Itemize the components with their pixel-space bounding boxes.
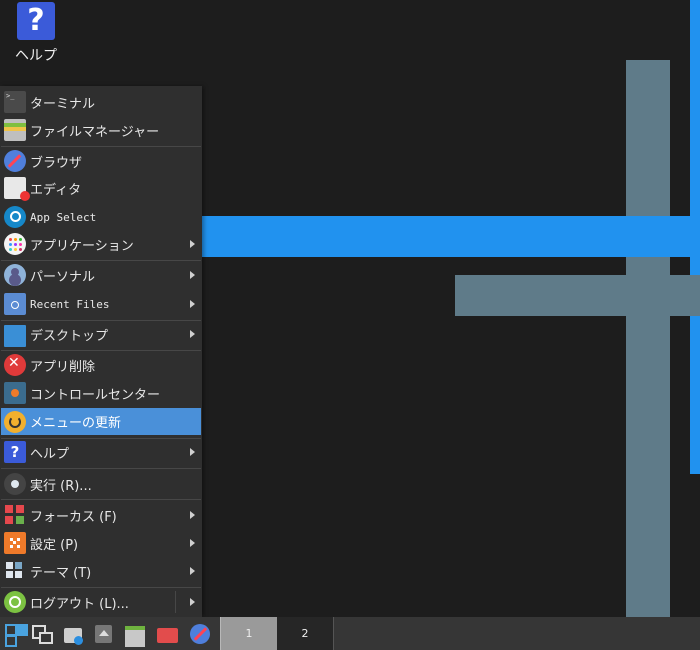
logout-icon <box>4 591 26 613</box>
menu-item-desktop[interactable]: デスクトップ <box>1 322 201 347</box>
menu-item-label: メニューの更新 <box>30 416 122 431</box>
menu-item-control-center[interactable]: コントロールセンター <box>1 381 201 405</box>
help-icon: ? <box>17 2 55 40</box>
menu-item-file-manager[interactable]: ファイルマネージャー <box>1 118 201 142</box>
menu-separator <box>1 587 201 588</box>
menu-item-label: エディタ <box>30 182 82 198</box>
desktop-icon-label: ヘルプ <box>15 48 57 64</box>
menu-item-label: 設定 (P) <box>30 537 79 553</box>
menu-item-label: フォーカス (F) <box>30 509 117 525</box>
menu-item-logout[interactable]: ログアウト (L)... <box>1 590 201 614</box>
menu-item-app-select[interactable]: App Select <box>1 205 201 229</box>
menu-item-applications[interactable]: アプリケーション <box>1 232 201 256</box>
menu-item-label: ブラウザ <box>30 155 83 171</box>
menu-separator <box>1 350 201 351</box>
file-manager-icon <box>4 119 26 141</box>
menu-item-label: ログアウト (L)... <box>30 596 129 612</box>
menu-item-refresh-menu[interactable]: メニューの更新 <box>1 408 201 435</box>
menu-separator <box>1 320 201 321</box>
menu-item-label: Recent Files <box>30 297 110 311</box>
submenu-arrow-icon <box>190 330 195 338</box>
submenu-arrow-icon <box>190 598 195 606</box>
browser-icon <box>4 150 26 172</box>
menu-separator <box>1 438 201 439</box>
desktop-icon-help[interactable]: ? ヘルプ <box>8 0 64 65</box>
workspace-2-button[interactable]: 2 <box>277 617 334 650</box>
menu-separator <box>1 260 201 261</box>
menu-separator <box>1 499 201 500</box>
app-select-icon <box>4 206 26 228</box>
menu-item-label: コントロールセンター <box>30 387 161 403</box>
taskbar: 1 2 <box>0 617 700 650</box>
refresh-icon <box>4 410 26 433</box>
submenu-arrow-icon <box>190 567 195 575</box>
menu-item-label: 実行 (R)... <box>30 478 92 494</box>
submenu-arrow-icon <box>190 511 195 519</box>
eject-icon[interactable] <box>92 622 116 646</box>
windows-icon[interactable] <box>30 622 54 646</box>
terminal-icon <box>4 91 26 113</box>
menu-icon[interactable] <box>3 622 27 647</box>
theme-icon <box>4 560 26 582</box>
menu-item-label: パーソナル <box>30 269 96 285</box>
menu-item-app-remove[interactable]: アプリ削除 <box>1 353 201 377</box>
menu-item-editor[interactable]: エディタ <box>1 176 201 201</box>
menu-item-label: アプリ削除 <box>30 359 96 375</box>
recent-files-icon <box>4 293 26 315</box>
browser-icon[interactable] <box>188 622 212 646</box>
folder-icon[interactable] <box>155 622 179 646</box>
menu-separator-vertical <box>175 591 176 613</box>
menu-item-recent-files[interactable]: Recent Files <box>1 292 201 316</box>
menu-separator <box>1 146 201 147</box>
workspace-1-button[interactable]: 1 <box>220 617 278 650</box>
bag-icon[interactable] <box>62 622 86 646</box>
applications-icon <box>4 233 26 255</box>
menu-item-label: テーマ (T) <box>30 565 92 581</box>
file-manager-icon[interactable] <box>123 622 147 647</box>
menu-item-personal[interactable]: パーソナル <box>1 263 201 287</box>
menu-item-help[interactable]: ? ヘルプ <box>1 440 201 464</box>
submenu-arrow-icon <box>190 448 195 456</box>
menu-item-label: アプリケーション <box>30 238 134 254</box>
run-icon <box>4 473 26 495</box>
menu-item-label: ヘルプ <box>30 446 70 462</box>
desktop-wallpaper-gray-vertical <box>626 60 670 617</box>
menu-item-run[interactable]: 実行 (R)... <box>1 472 201 496</box>
submenu-arrow-icon <box>190 300 195 308</box>
desktop-wallpaper-blue-horizontal <box>202 216 700 257</box>
focus-icon <box>4 504 26 526</box>
personal-icon <box>4 264 26 286</box>
app-remove-icon <box>4 354 26 376</box>
help-icon: ? <box>4 441 26 463</box>
editor-icon <box>4 177 30 201</box>
settings-icon <box>4 532 26 554</box>
menu-item-label: ファイルマネージャー <box>30 124 160 140</box>
menu-item-terminal[interactable]: ターミナル <box>1 90 201 114</box>
control-center-icon <box>4 382 26 404</box>
desktop-wallpaper-gray-horizontal <box>455 275 700 316</box>
menu-item-focus[interactable]: フォーカス (F) <box>1 503 201 527</box>
menu-item-label: ターミナル <box>30 96 96 112</box>
desktop-icon <box>4 325 26 347</box>
submenu-arrow-icon <box>190 539 195 547</box>
start-menu: ターミナル ファイルマネージャー ブラウザ エディタ App Select アプ… <box>0 86 202 617</box>
menu-item-label: App Select <box>30 210 97 224</box>
menu-item-theme[interactable]: テーマ (T) <box>1 559 201 583</box>
menu-item-settings[interactable]: 設定 (P) <box>1 531 201 555</box>
submenu-arrow-icon <box>190 271 195 279</box>
submenu-arrow-icon <box>190 240 195 248</box>
menu-item-browser[interactable]: ブラウザ <box>1 149 201 173</box>
menu-item-label: デスクトップ <box>30 328 109 344</box>
menu-separator <box>1 468 201 469</box>
